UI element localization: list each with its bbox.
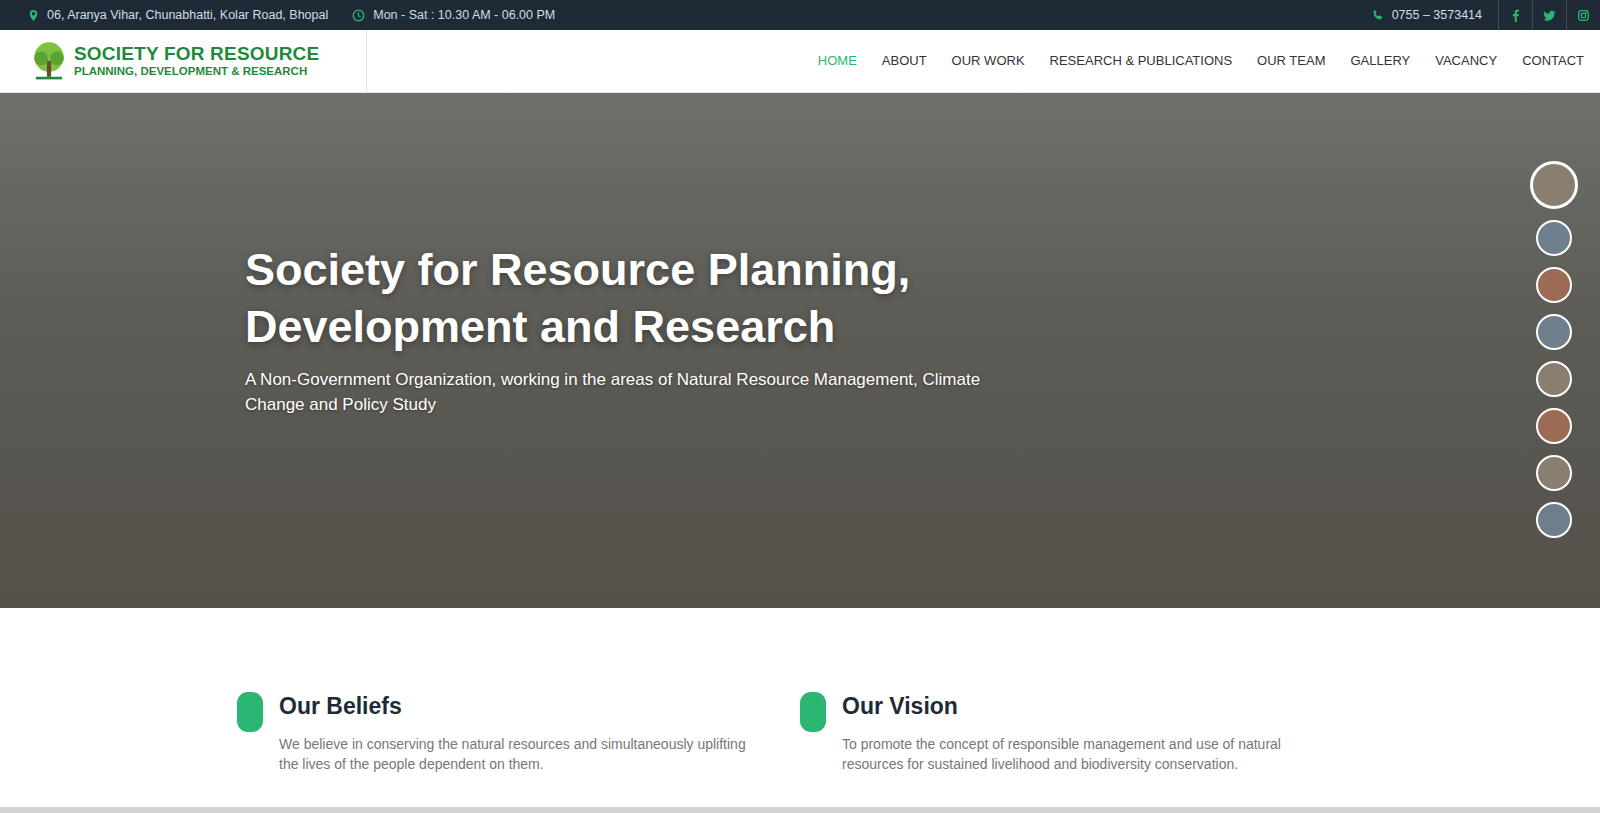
slide-thumbnail[interactable] bbox=[1536, 314, 1572, 350]
nav-link[interactable]: RESEARCH & PUBLICATIONS bbox=[1050, 51, 1233, 71]
nav-link[interactable]: VACANCY bbox=[1435, 51, 1497, 71]
address-text: 06, Aranya Vihar, Chunabhatti, Kolar Roa… bbox=[47, 6, 328, 25]
logo[interactable]: SOCIETY FOR RESOURCEPLANNING, DEVELOPMEN… bbox=[0, 30, 367, 92]
feature-title: Our Vision bbox=[842, 690, 1332, 722]
hero-caption: Society for Resource Planning, Developme… bbox=[0, 93, 1600, 417]
nav-link[interactable]: CONTACT bbox=[1522, 51, 1584, 71]
slide-thumbnail[interactable] bbox=[1536, 267, 1572, 303]
hours-text: Mon - Sat : 10.30 AM - 06.00 PM bbox=[373, 6, 555, 25]
feature-text: To promote the concept of responsible ma… bbox=[842, 734, 1332, 774]
slide-thumbnail[interactable] bbox=[1536, 408, 1572, 444]
logo-subtitle: PLANNING, DEVELOPMENT & RESEARCH bbox=[74, 65, 319, 79]
features: Our Beliefs We believe in conserving the … bbox=[0, 608, 1600, 813]
slide-thumbnails bbox=[1530, 161, 1578, 538]
main-nav: HOME ABOUT OUR WORK RESEARCH & PUBLICATIONS… bbox=[818, 51, 1600, 71]
slide-thumbnail[interactable] bbox=[1536, 220, 1572, 256]
header: SOCIETY FOR RESOURCEPLANNING, DEVELOPMEN… bbox=[0, 30, 1600, 93]
logo-title: SOCIETY FOR RESOURCE bbox=[74, 44, 319, 65]
top-bar: 06, Aranya Vihar, Chunabhatti, Kolar Roa… bbox=[0, 0, 1600, 30]
tree-logo-icon bbox=[28, 40, 70, 82]
nav-link[interactable]: OUR TEAM bbox=[1257, 51, 1325, 71]
nav-link[interactable]: ABOUT bbox=[882, 51, 927, 71]
slide-thumbnail[interactable] bbox=[1530, 161, 1578, 209]
hero-slider: Society for Resource Planning, Developme… bbox=[0, 93, 1600, 608]
slide-thumbnail[interactable] bbox=[1536, 455, 1572, 491]
nav-link[interactable]: OUR WORK bbox=[952, 51, 1025, 71]
clock-icon bbox=[352, 9, 365, 22]
nav-link[interactable]: HOME bbox=[818, 51, 857, 71]
phone-icon bbox=[1372, 9, 1384, 21]
hours: Mon - Sat : 10.30 AM - 06.00 PM bbox=[352, 6, 555, 25]
feature-text: We believe in conserving the natural res… bbox=[279, 734, 769, 774]
nav-link[interactable]: GALLERY bbox=[1350, 51, 1410, 71]
slide-thumbnail[interactable] bbox=[1536, 502, 1572, 538]
instagram-icon bbox=[1577, 9, 1590, 22]
eye-icon bbox=[800, 692, 826, 732]
hero-subtitle: A Non-Government Organization, working i… bbox=[245, 367, 985, 417]
facebook-link[interactable] bbox=[1498, 0, 1532, 30]
hero-title: Society for Resource Planning, Developme… bbox=[245, 241, 1005, 355]
features-row: Our Beliefs We believe in conserving the … bbox=[237, 690, 1363, 774]
address: 06, Aranya Vihar, Chunabhatti, Kolar Roa… bbox=[28, 6, 328, 25]
leaf-icon bbox=[237, 692, 263, 732]
feature-body: Our Beliefs We believe in conserving the … bbox=[279, 690, 769, 774]
slide-thumbnail[interactable] bbox=[1536, 361, 1572, 397]
phone: 0755 – 3573414 bbox=[1372, 6, 1498, 25]
feature-title: Our Beliefs bbox=[279, 690, 769, 722]
map-pin-icon bbox=[28, 9, 39, 22]
instagram-link[interactable] bbox=[1566, 0, 1600, 30]
twitter-icon bbox=[1543, 9, 1556, 22]
phone-text: 0755 – 3573414 bbox=[1392, 6, 1482, 25]
feature-body: Our Vision To promote the concept of resp… bbox=[842, 690, 1332, 774]
top-contact: 06, Aranya Vihar, Chunabhatti, Kolar Roa… bbox=[28, 6, 555, 25]
feature: Our Beliefs We believe in conserving the … bbox=[237, 690, 800, 774]
twitter-link[interactable] bbox=[1532, 0, 1566, 30]
logo-text: SOCIETY FOR RESOURCEPLANNING, DEVELOPMEN… bbox=[74, 44, 319, 79]
feature: Our Vision To promote the concept of resp… bbox=[800, 690, 1363, 774]
top-right: 0755 – 3573414 bbox=[1372, 0, 1600, 30]
facebook-icon bbox=[1509, 9, 1522, 22]
